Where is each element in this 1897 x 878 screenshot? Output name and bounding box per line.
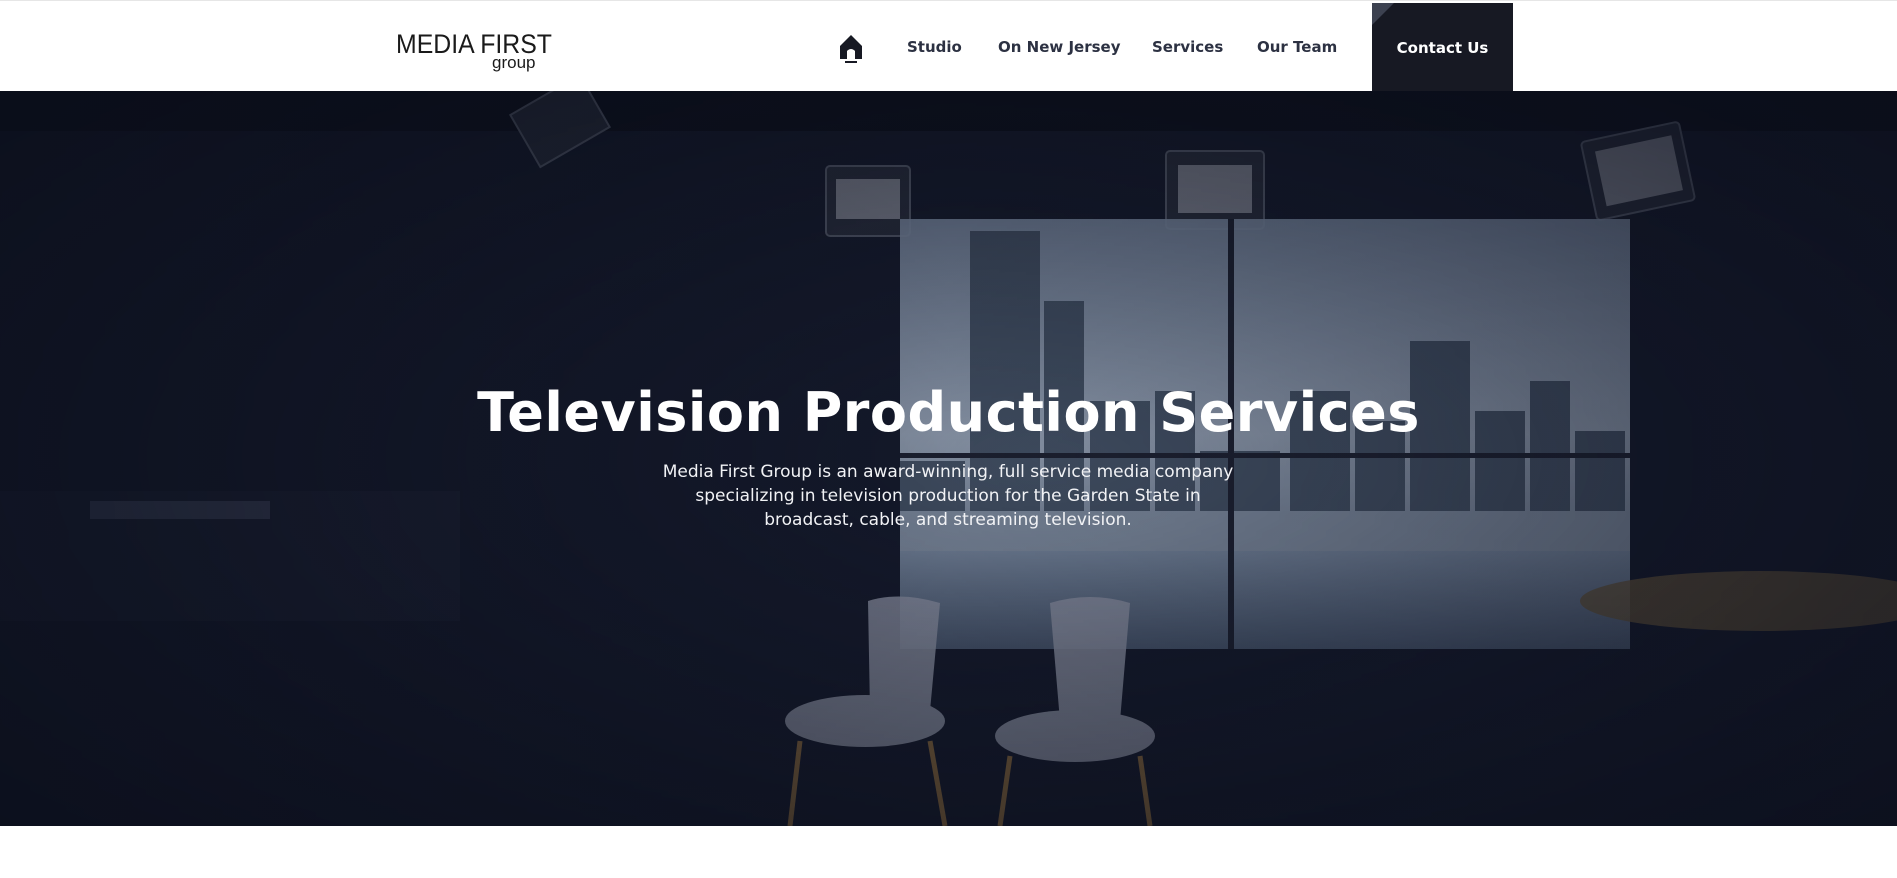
contact-us-label: Contact Us (1396, 38, 1489, 57)
hero-description: Media First Group is an award-winning, f… (662, 462, 1234, 530)
nav-on-new-jersey[interactable]: On New Jersey (998, 37, 1121, 57)
media-first-logo[interactable]: MEDIA FIRST group (396, 29, 552, 72)
corner-accent (1372, 3, 1394, 25)
hero-title: Television Production Services (477, 381, 1420, 444)
contact-us-button[interactable]: Contact Us (1372, 3, 1513, 92)
home-icon[interactable] (838, 32, 864, 64)
hero-overlay (0, 91, 1897, 826)
logo-sub-text: group (492, 53, 536, 72)
nav-services[interactable]: Services (1152, 37, 1223, 57)
hero-section: Television Production Services Media Fir… (0, 91, 1897, 826)
nav-studio[interactable]: Studio (907, 37, 962, 57)
nav-our-team[interactable]: Our Team (1257, 37, 1337, 57)
site-header: MEDIA FIRST group Studio On New Jersey S… (0, 0, 1897, 92)
page-below-hero (0, 826, 1897, 878)
